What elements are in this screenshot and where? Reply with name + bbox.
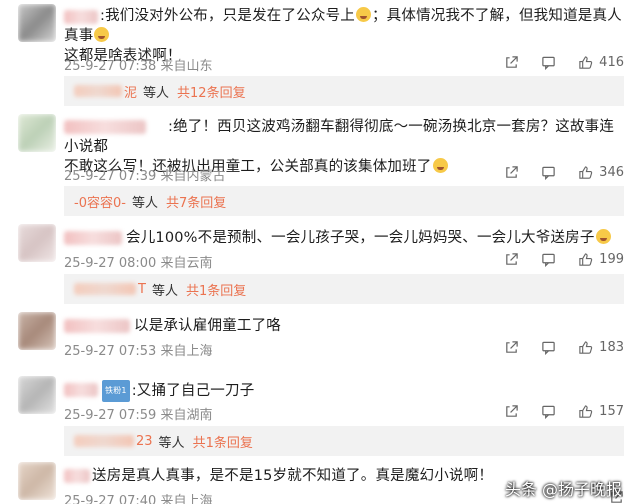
comment-actions: 346 xyxy=(482,165,624,180)
comment-icon[interactable] xyxy=(541,165,556,180)
comment-text-part: 以是承认雇佣童工了咯 xyxy=(134,318,281,334)
emoji-icon xyxy=(595,229,611,244)
timestamp: 25-9-27 07:40 xyxy=(64,494,157,504)
avatar[interactable] xyxy=(18,114,56,152)
timestamp: 25-9-27 07:38 xyxy=(64,59,157,74)
avatar[interactable] xyxy=(18,312,56,350)
like-count: 183 xyxy=(599,340,624,355)
location: 来自山东 xyxy=(160,59,213,74)
comment-actions: 416 xyxy=(482,55,624,70)
like-icon[interactable] xyxy=(578,55,593,70)
comment-text-part: 会儿100%不是预制、一会儿孩子哭，一会儿妈妈哭、一会儿大爷送房子 xyxy=(126,230,595,246)
share-icon[interactable] xyxy=(504,404,519,419)
location: 来自上海 xyxy=(160,344,213,359)
timestamp: 25-9-27 07:53 xyxy=(64,344,157,359)
fan-badge: 铁粉1 xyxy=(102,380,130,402)
reply-count-link[interactable]: 共7条回复 xyxy=(166,192,226,211)
reply-others: 等人 xyxy=(131,195,158,211)
comment-text: 铁粉1:又捅了自己一刀子 xyxy=(64,380,624,402)
avatar[interactable] xyxy=(18,376,56,414)
reply-username[interactable]: T xyxy=(138,282,146,297)
reply-summary[interactable]: 泥等人 共12条回复 xyxy=(64,76,624,106)
comment-text-part: :又捅了自己一刀子 xyxy=(131,383,255,399)
emoji-icon xyxy=(432,158,448,173)
comment-icon[interactable] xyxy=(541,340,556,355)
comment-meta: 25-9-27 07:53 来自上海 xyxy=(64,340,213,359)
like-count: 416 xyxy=(599,55,624,70)
reply-username[interactable]: 23 xyxy=(136,434,153,449)
share-icon[interactable] xyxy=(504,340,519,355)
like-count: 346 xyxy=(599,165,624,180)
comment-text: 以是承认雇佣童工了咯 xyxy=(64,316,624,336)
comment-actions: 183 xyxy=(482,340,624,355)
comment-text-part: :绝了！西贝这波鸡汤翻车翻得彻底～一碗汤换北京一套房？这故事连小说都 xyxy=(64,119,615,155)
comment-meta: 25-9-27 07:40 来自上海 xyxy=(64,490,213,504)
timestamp: 25-9-27 07:59 xyxy=(64,408,157,423)
emoji-icon xyxy=(94,27,110,42)
location: 来自湖南 xyxy=(160,408,213,423)
reply-count-link[interactable]: 共1条回复 xyxy=(193,432,253,451)
reply-count-link[interactable]: 共1条回复 xyxy=(186,280,246,299)
avatar[interactable] xyxy=(18,4,56,42)
reply-count-link[interactable]: 共12条回复 xyxy=(177,82,246,101)
avatar[interactable] xyxy=(18,462,56,500)
like-count: 157 xyxy=(599,404,624,419)
comment-icon[interactable] xyxy=(541,252,556,267)
like-icon[interactable] xyxy=(578,165,593,180)
reply-others: 等人 xyxy=(143,85,170,101)
reply-others: 等人 xyxy=(151,283,178,299)
comment-actions: 199 xyxy=(482,252,624,267)
reply-username-blur xyxy=(74,435,134,447)
reply-username-blur xyxy=(74,283,136,295)
reply-summary[interactable]: T 等人 共1条回复 xyxy=(64,274,624,304)
timestamp: 25-9-27 08:00 xyxy=(64,256,157,271)
location: 来自内蒙古 xyxy=(160,169,226,184)
share-icon[interactable] xyxy=(504,165,519,180)
comment-icon[interactable] xyxy=(541,55,556,70)
share-icon[interactable] xyxy=(504,252,519,267)
reply-username[interactable]: 泥 xyxy=(124,82,137,101)
reply-summary[interactable]: -0容容0- 等人 共7条回复 xyxy=(64,186,624,216)
location: 来自云南 xyxy=(160,256,213,271)
watermark: 头条 @扬子晚报 xyxy=(504,480,622,499)
reply-username-blur xyxy=(74,85,122,97)
comment-icon[interactable] xyxy=(541,404,556,419)
comment-meta: 25-9-27 07:39 来自内蒙古 xyxy=(64,165,226,184)
comment-text-part: 送房是真人真事，是不是15岁就不知道了。真是魔幻小说啊！ xyxy=(92,468,494,484)
comment-actions: 157 xyxy=(482,404,624,419)
emoji-icon xyxy=(355,7,371,22)
reply-username[interactable]: -0容容0- xyxy=(74,192,126,211)
location: 来自上海 xyxy=(160,494,213,504)
share-icon[interactable] xyxy=(504,55,519,70)
reply-others: 等人 xyxy=(158,435,185,451)
like-icon[interactable] xyxy=(578,340,593,355)
like-icon[interactable] xyxy=(578,252,593,267)
reply-summary[interactable]: 23 等人 共1条回复 xyxy=(64,426,624,456)
like-count: 199 xyxy=(599,252,624,267)
comment-text-part: :我们没对外公布，只是发在了公众号上 xyxy=(100,8,355,24)
like-icon[interactable] xyxy=(578,404,593,419)
timestamp: 25-9-27 07:39 xyxy=(64,169,157,184)
comment-meta: 25-9-27 07:59 来自湖南 xyxy=(64,404,213,423)
comment-text: 会儿100%不是预制、一会儿孩子哭，一会儿妈妈哭、一会儿大爷送房子 xyxy=(64,228,624,248)
comment-meta: 25-9-27 08:00 来自云南 xyxy=(64,252,213,271)
comment-meta: 25-9-27 07:38 来自山东 xyxy=(64,55,213,74)
avatar[interactable] xyxy=(18,224,56,262)
